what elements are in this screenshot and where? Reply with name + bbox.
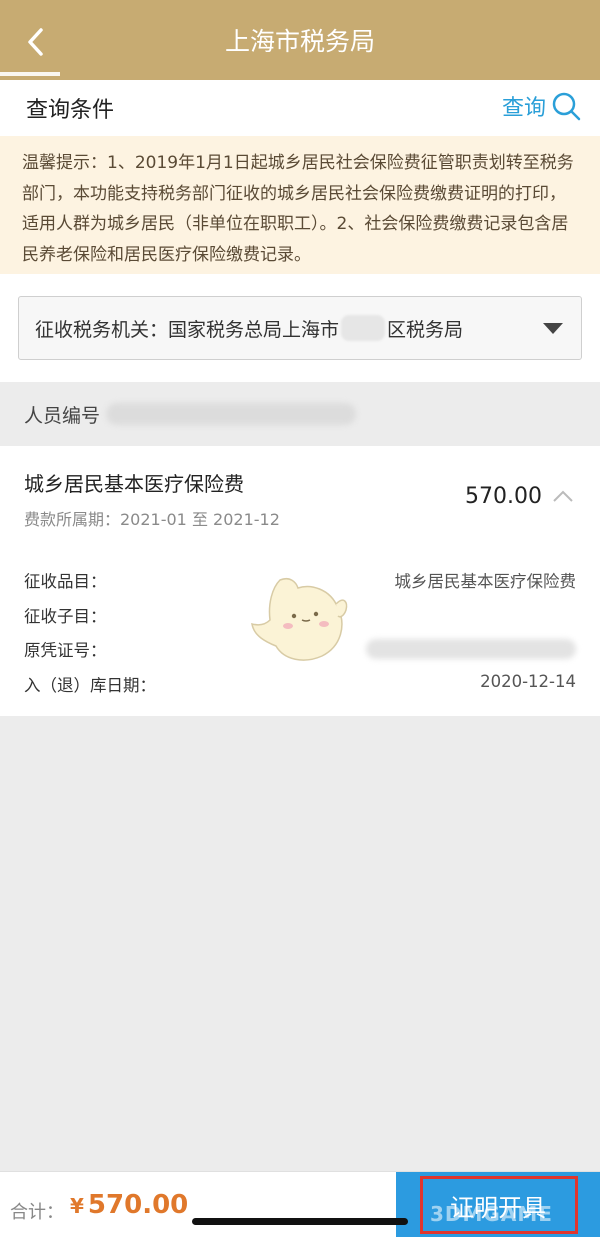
total-amount: ¥570.00 <box>70 1190 188 1220</box>
watermark-text: 3DMGAME <box>430 1202 553 1226</box>
chevron-up-icon[interactable] <box>552 488 574 504</box>
nav-underline <box>0 72 60 76</box>
home-indicator <box>192 1218 408 1225</box>
detail-value: 城乡居民基本医疗保险费 <box>394 572 577 591</box>
tax-office-section: 征收税务机关：国家税务总局上海市 区税务局 <box>0 274 600 382</box>
record-title: 城乡居民基本医疗保险费 <box>24 472 244 496</box>
detail-value: 2020-12-14 <box>480 671 576 691</box>
tax-office-suffix: 区税务局 <box>387 318 464 341</box>
detail-key: 征收品目： <box>24 572 107 591</box>
detail-key: 原凭证号： <box>24 641 107 660</box>
detail-key: 入（退）库日期： <box>24 675 156 695</box>
query-button-label: 查询 <box>501 96 546 121</box>
total-amount-value: 570.00 <box>87 1190 189 1220</box>
query-button[interactable]: 查询 <box>502 90 582 122</box>
redacted-voucher-number <box>366 639 576 659</box>
tax-office-select[interactable]: 征收税务机关：国家税务总局上海市 区税务局 <box>18 296 582 360</box>
detail-row-date: 入（退）库日期： 2020-12-14 <box>24 672 576 707</box>
record-period: 费款所属期：2021-01 至 2021-12 <box>24 510 280 529</box>
query-conditions-label: 查询条件 <box>26 98 115 123</box>
mascot-sticker-icon <box>251 577 348 661</box>
notice-banner: 温馨提示：1、2019年1月1日起城乡居民社会保险费征管职责划转至税务部门，本功… <box>0 136 600 274</box>
dropdown-triangle-icon <box>543 323 563 334</box>
redacted-district <box>341 315 386 341</box>
person-id-label: 人员编号 <box>24 404 101 427</box>
nav-bar: 上海市税务局 <box>0 0 600 80</box>
currency-symbol: ¥ <box>70 1194 84 1218</box>
person-id-row: 人员编号 <box>0 382 600 446</box>
record-amount: 570.00 <box>465 484 542 509</box>
detail-key: 征收子目： <box>24 606 107 626</box>
query-bar: 查询条件 查询 <box>0 80 600 136</box>
tax-office-prefix: 征收税务机关：国家税务总局上海市 <box>35 318 340 341</box>
search-icon <box>552 92 581 121</box>
redacted-person-id <box>106 403 357 425</box>
total-label: 合计： <box>10 1202 64 1223</box>
page-title: 上海市税务局 <box>224 27 375 56</box>
